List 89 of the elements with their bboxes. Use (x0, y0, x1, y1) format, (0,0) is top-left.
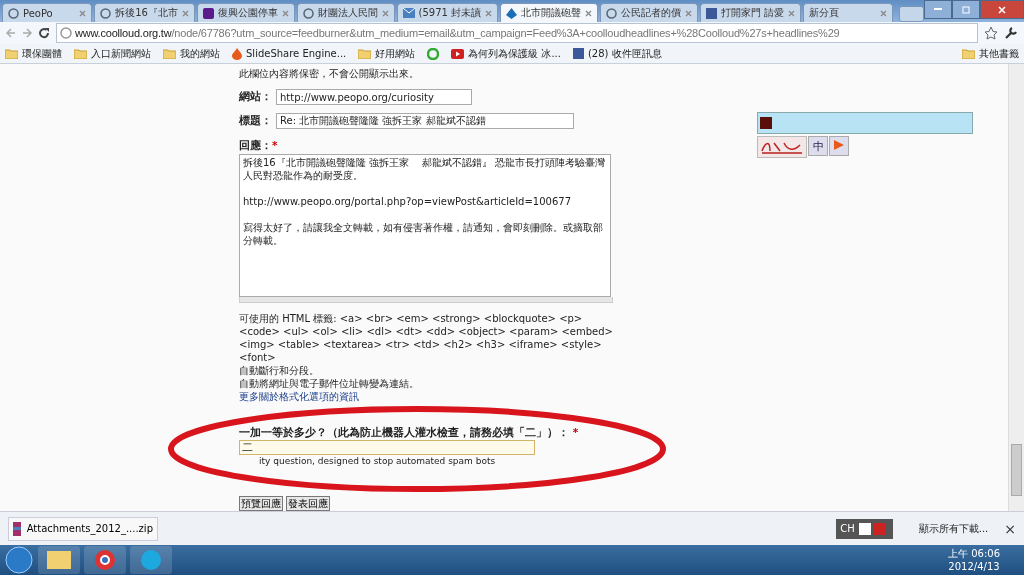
close-icon[interactable] (79, 9, 87, 17)
flame-icon (232, 47, 242, 60)
folder-icon (358, 48, 372, 59)
form-button[interactable]: 發表回應 (286, 496, 330, 511)
bookmark-item[interactable]: (28) 收件匣訊息 (572, 46, 662, 61)
archive-icon (13, 521, 21, 536)
close-button[interactable]: × (1004, 520, 1016, 537)
website-field[interactable]: http://www.peopo.org/curiosity (276, 89, 472, 105)
bookmark-item[interactable]: 為何列為保護級 冰... (451, 46, 561, 61)
start-button[interactable] (4, 546, 34, 574)
captcha-field[interactable]: 二 (239, 440, 535, 455)
wrench-icon[interactable] (1004, 26, 1018, 40)
language-bar[interactable]: CH (836, 518, 893, 539)
browser-tab[interactable]: PeoPo (2, 3, 93, 22)
yahoo-icon (202, 7, 214, 19)
globe-icon (100, 7, 112, 19)
close-icon (998, 5, 1006, 14)
close-icon[interactable] (181, 9, 189, 17)
captcha-label: 一加一等於多少？（此為防止機器人灌水檢查，請務必填「二」）： * (239, 426, 580, 440)
resize-grip[interactable] (239, 296, 613, 304)
bookmark-item[interactable]: 入口新聞網站 (74, 46, 151, 61)
clock[interactable]: 上午 06:06 2012/4/13 (948, 547, 1020, 573)
form-button[interactable]: 預覽回應 (239, 496, 283, 511)
facebook-icon (572, 48, 584, 59)
star-icon[interactable] (984, 26, 998, 40)
maximize-icon (962, 5, 970, 14)
globe-icon (8, 7, 19, 19)
field-label: 網站： (239, 90, 272, 104)
folder-icon[interactable] (38, 546, 80, 574)
maximize-button[interactable] (952, 0, 980, 19)
language-button[interactable]: 中 (808, 136, 828, 156)
folder-icon (962, 48, 975, 59)
minimize-button[interactable] (924, 0, 952, 19)
play-button[interactable] (829, 136, 849, 156)
browser-tab[interactable]: (5971 封未讀 (396, 3, 498, 22)
swirl-icon[interactable] (427, 47, 440, 60)
folder-icon (74, 48, 87, 59)
bookmark-item[interactable]: 好用網站 (358, 46, 416, 61)
browser-icon[interactable] (84, 546, 126, 574)
privacy-note: 此欄位內容將保密，不會公開顯示出來。 (239, 68, 420, 81)
close-icon[interactable] (880, 9, 888, 17)
folder-icon (5, 48, 18, 59)
browser-tab[interactable]: 拆後16『北市 (94, 3, 195, 22)
globe-icon (302, 7, 314, 19)
captcha-hint: ity question, designed to stop automated spam bots (259, 456, 497, 466)
close-button[interactable] (980, 0, 1024, 19)
back-icon[interactable] (6, 28, 16, 38)
format-tip: 自動將網址與電子郵件位址轉變為連結。 (239, 377, 420, 390)
browser-tab[interactable]: 北市開議砲聲 (499, 3, 598, 22)
color-square-icon (760, 117, 772, 129)
field-label: 標題： (239, 114, 272, 128)
play-icon (833, 138, 845, 151)
folder-icon (163, 48, 176, 59)
format-help-link[interactable]: 更多關於格式化選項的資訊 (239, 390, 359, 404)
close-icon[interactable] (485, 9, 492, 17)
close-icon[interactable] (584, 9, 592, 17)
close-icon[interactable] (281, 9, 289, 17)
globe-icon (605, 7, 617, 19)
bookmark-item[interactable]: 環保團體 (5, 46, 62, 61)
download-item[interactable]: Attachments_2012_....zip (8, 516, 158, 541)
close-icon[interactable] (381, 9, 389, 17)
forward-icon[interactable] (22, 28, 32, 38)
subject-field[interactable]: Re: 北市開議砲聲隆隆 強拆王家 郝龍斌不認錯 (276, 113, 574, 129)
close-icon[interactable] (684, 9, 692, 17)
format-tip: 可使用的 HTML 標籤: <a> <br> <em> <strong> <blockquote> <p> <code> <ul> <ol> <li> <dl> <dt> <dd> <object> <param> <embed> <img> <table> <textarea> <tr> <td> <h2> <h3> <iframe> <style><font> (239, 312, 614, 364)
field-label: 回應：* (239, 139, 278, 153)
close-icon[interactable] (788, 9, 795, 17)
browser-tab[interactable]: 財團法人民間 (296, 3, 395, 22)
bookmark-item[interactable]: SlideShare Engine... (232, 47, 347, 60)
logo-drawing (757, 136, 807, 158)
address-field[interactable]: www.coolloud.org.tw/node/67786?utm_source=feedburner&utm_medium=email&utm_campaign=Feed%3A+coolloudheadlines+%28Coolloud%27s+headlines%29 (56, 23, 978, 43)
show-all-downloads-link[interactable]: 顯示所有下載... (918, 521, 989, 536)
facebook-icon (705, 7, 717, 19)
mail-icon (402, 8, 415, 18)
bookmark-item[interactable]: 我的網站 (163, 46, 220, 61)
comment-field[interactable]: 拆後16『北市開議砲聲隆隆 強拆王家 郝龍斌不認錯』 恐龍市長打頭陣考驗臺灣人民對恐龍作為的耐受度。 http://www.peopo.org/portal.php?op=viewPost&articleId=100677 寫得太好了，請讓我全文轉載，如有侵害著作權，請通知，會即刻刪除。或摘取部分轉載。 (239, 154, 611, 297)
url-text: www.coolloud.org.tw/node/67786?utm_source=feedburner&utm_medium=email&utm_campaign=Feed%3A+coolloudheadlines+%28Coolloud%27s+headlines%29 (75, 27, 840, 39)
format-tip: 自動斷行和分段。 (239, 364, 320, 377)
bookmark-folder[interactable]: 其他書籤 (962, 46, 1019, 61)
browser-tab[interactable]: 復興公園停車 (196, 3, 295, 22)
reload-icon[interactable] (38, 27, 50, 39)
minimize-icon (934, 8, 942, 11)
browser-tab[interactable]: 新分頁 (802, 3, 894, 22)
scrollbar[interactable] (1008, 64, 1024, 511)
globe-icon (60, 27, 72, 39)
browser-tab[interactable]: 公民記者的價 (599, 3, 698, 22)
drop-icon (505, 7, 517, 19)
browser-tab[interactable]: 打開家門 請愛 (699, 3, 801, 22)
play-icon (451, 48, 465, 59)
